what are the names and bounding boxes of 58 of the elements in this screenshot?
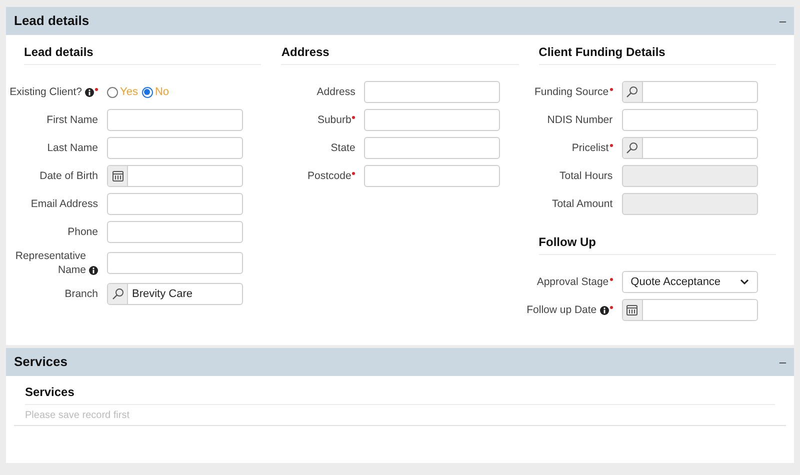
field-label: Last Name xyxy=(47,141,98,155)
section-title: Lead details xyxy=(24,44,94,60)
field-label: First Name xyxy=(46,113,98,127)
section-title: Follow Up xyxy=(538,234,596,250)
field-label: Approval Stage xyxy=(536,275,609,289)
field-label: Date of Birth xyxy=(40,169,98,183)
text-field[interactable] xyxy=(107,252,243,274)
text-field[interactable] xyxy=(364,81,500,103)
empty-note: Please save record first xyxy=(25,408,130,422)
text-field[interactable] xyxy=(364,137,500,159)
panel-title: Services xyxy=(14,353,68,372)
date-field[interactable] xyxy=(622,299,758,321)
lookup-field[interactable] xyxy=(622,137,758,159)
field-label: Follow up Date xyxy=(526,303,597,317)
calendar-icon xyxy=(112,170,124,182)
section-title: Services xyxy=(25,384,74,401)
field-label: State xyxy=(330,141,356,155)
field-value: Brevity Care xyxy=(131,286,194,302)
field-label: Email Address xyxy=(30,197,98,211)
panel-header[interactable]: Services – xyxy=(6,348,794,376)
field-label: Funding Source xyxy=(534,85,609,99)
field-label: NDIS Number xyxy=(547,113,613,127)
section-title: Client Funding Details xyxy=(538,44,666,60)
field-label: Pricelist xyxy=(572,141,609,155)
field-label: Branch xyxy=(64,287,98,301)
section-title: Address xyxy=(281,44,330,60)
text-field[interactable] xyxy=(364,165,500,187)
panel-title: Lead details xyxy=(14,12,90,30)
field-label: Existing Client? xyxy=(10,85,82,99)
select-field[interactable]: Quote Acceptance xyxy=(622,271,758,293)
field-label: Representative Name xyxy=(14,249,86,277)
calendar-icon xyxy=(626,304,638,316)
radio-button[interactable] xyxy=(142,86,153,98)
field-label: Total Amount xyxy=(552,197,613,211)
text-field[interactable] xyxy=(107,137,243,159)
field-label: Total Hours xyxy=(560,169,613,183)
text-field[interactable] xyxy=(107,193,243,215)
lookup-field[interactable] xyxy=(622,81,758,103)
lookup-field[interactable]: Brevity Care xyxy=(107,283,243,305)
radio-label: Yes xyxy=(120,84,138,100)
search-icon xyxy=(626,86,638,98)
search-icon xyxy=(112,288,124,300)
collapse-toggle[interactable]: – xyxy=(779,12,786,30)
text-field[interactable] xyxy=(107,109,243,131)
search-icon xyxy=(626,142,638,154)
field-label: Suburb xyxy=(317,113,352,127)
collapse-toggle[interactable]: – xyxy=(779,353,786,371)
field-label: Phone xyxy=(68,225,98,239)
text-field[interactable] xyxy=(622,109,758,131)
text-field[interactable] xyxy=(107,221,243,243)
radio-label: No xyxy=(154,84,170,100)
chevron-down-icon xyxy=(740,279,749,285)
radio-button[interactable] xyxy=(107,86,118,98)
field-label: Address xyxy=(316,85,356,99)
field-label: Postcode xyxy=(308,169,352,183)
panel-header[interactable]: Lead details – xyxy=(6,7,794,35)
text-field[interactable] xyxy=(364,109,500,131)
date-field[interactable] xyxy=(107,165,243,187)
